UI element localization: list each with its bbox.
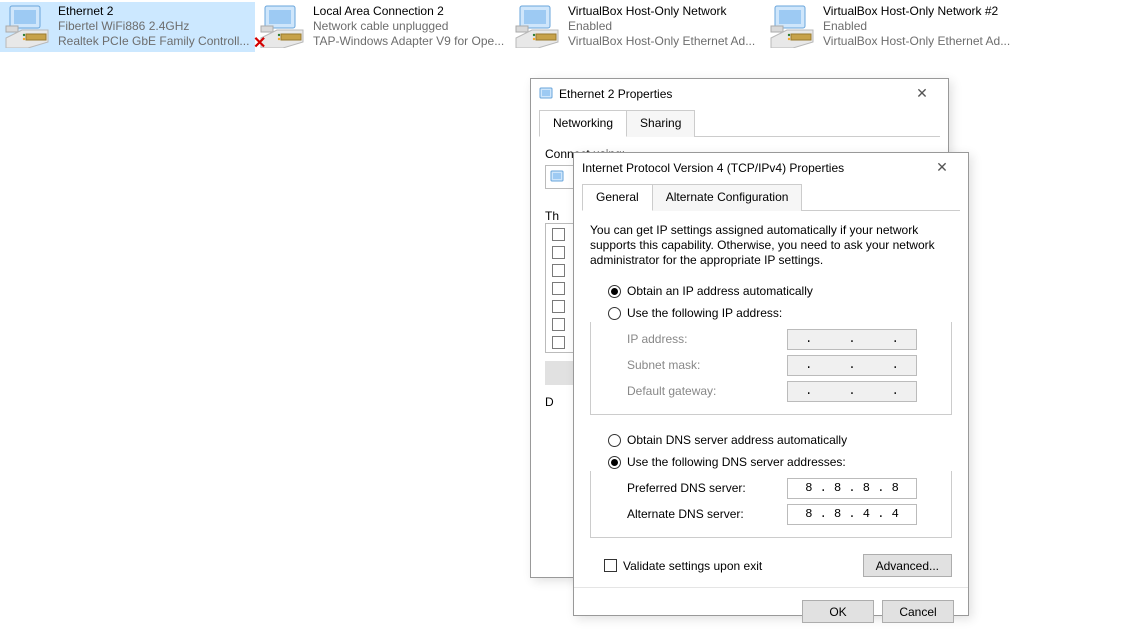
close-button[interactable]: ✕ [902,82,942,106]
input-alternate-dns[interactable]: 8 . 8 . 4 . 4 [787,504,917,525]
adapter-name: VirtualBox Host-Only Network [568,4,755,19]
input-default-gateway: . . . [787,381,917,402]
adapter-device: VirtualBox Host-Only Ethernet Ad... [823,34,1010,49]
ok-button[interactable]: OK [802,600,874,623]
nic-icon [4,4,52,48]
adapter-vbox-2[interactable]: VirtualBox Host-Only Network #2 Enabled … [765,2,1020,52]
radio-label: Use the following IP address: [627,306,782,320]
ipv4-properties-dialog: Internet Protocol Version 4 (TCP/IPv4) P… [573,152,969,616]
radio-label: Use the following DNS server addresses: [627,455,846,469]
adapter-lan-2[interactable]: ✕ Local Area Connection 2 Network cable … [255,2,510,52]
input-subnet-mask: . . . [787,355,917,376]
adapter-device: Realtek PCIe GbE Family Controll... [58,34,249,49]
tab-general[interactable]: General [582,184,653,211]
label-ip-address: IP address: [627,332,787,346]
label-alternate-dns: Alternate DNS server: [627,507,787,521]
nic-icon [769,4,817,48]
ipv4-tabs: General Alternate Configuration [582,183,960,211]
checkbox-validate[interactable] [604,559,617,572]
label-default-gateway: Default gateway: [627,384,787,398]
input-preferred-dns[interactable]: 8 . 8 . 8 . 8 [787,478,917,499]
tab-alternate-config[interactable]: Alternate Configuration [652,184,803,211]
ipv4-description: You can get IP settings assigned automat… [590,223,952,268]
advanced-button[interactable]: Advanced... [863,554,952,577]
radio-dns-auto[interactable]: Obtain DNS server address automatically [590,429,952,451]
dialog-title: Ethernet 2 Properties [559,87,672,101]
nic-mini-icon [550,170,564,184]
cancel-button[interactable]: Cancel [882,600,954,623]
adapter-status: Enabled [823,19,1010,34]
adapter-device: VirtualBox Host-Only Ethernet Ad... [568,34,755,49]
label-validate: Validate settings upon exit [623,559,762,573]
adapter-status: Fibertel WiFi886 2.4GHz [58,19,249,34]
radio-ip-manual[interactable]: Use the following IP address: [590,302,952,324]
adapter-status: Network cable unplugged [313,19,504,34]
adapter-ethernet-2[interactable]: Ethernet 2 Fibertel WiFi886 2.4GHz Realt… [0,2,255,52]
nic-mini-icon [539,87,553,101]
adapters-pane: Ethernet 2 Fibertel WiFi886 2.4GHz Realt… [0,0,1131,52]
adapter-name: Ethernet 2 [58,4,249,19]
radio-dns-manual[interactable]: Use the following DNS server addresses: [590,451,952,473]
tab-sharing[interactable]: Sharing [626,110,695,137]
adapter-name: VirtualBox Host-Only Network #2 [823,4,1010,19]
adapter-device: TAP-Windows Adapter V9 for Ope... [313,34,504,49]
nic-icon: ✕ [259,4,307,48]
label-preferred-dns: Preferred DNS server: [627,481,787,495]
ethernet-tabs: Networking Sharing [539,109,940,137]
radio-icon [608,285,621,298]
adapter-vbox-1[interactable]: VirtualBox Host-Only Network Enabled Vir… [510,2,765,52]
nic-icon [514,4,562,48]
disconnected-icon: ✕ [253,33,269,49]
input-ip-address: . . . [787,329,917,350]
radio-icon [608,307,621,320]
dialog-title: Internet Protocol Version 4 (TCP/IPv4) P… [582,161,844,175]
radio-icon [608,434,621,447]
radio-label: Obtain DNS server address automatically [627,433,847,447]
radio-ip-auto[interactable]: Obtain an IP address automatically [590,280,952,302]
label-subnet-mask: Subnet mask: [627,358,787,372]
close-button[interactable]: ✕ [922,156,962,180]
adapter-name: Local Area Connection 2 [313,4,504,19]
radio-label: Obtain an IP address automatically [627,284,813,298]
radio-icon [608,456,621,469]
adapter-status: Enabled [568,19,755,34]
tab-networking[interactable]: Networking [539,110,627,137]
